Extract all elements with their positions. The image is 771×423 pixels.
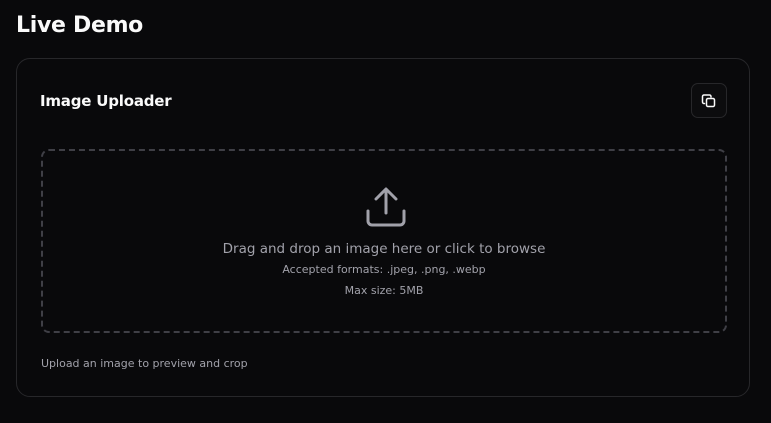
copy-button[interactable] (691, 83, 727, 118)
page-title: Live Demo (16, 13, 144, 38)
accepted-formats-text: Accepted formats: .jpeg, .png, .webp (282, 263, 486, 276)
image-uploader-card: Image Uploader Drag and drop an image he… (16, 58, 750, 397)
dropzone-primary-text: Drag and drop an image here or click to … (222, 241, 546, 257)
card-title: Image Uploader (40, 92, 172, 110)
copy-icon (701, 93, 717, 109)
upload-hint: Upload an image to preview and crop (41, 357, 248, 370)
upload-icon (365, 185, 407, 229)
image-dropzone[interactable]: Drag and drop an image here or click to … (41, 149, 727, 333)
max-size-text: Max size: 5MB (344, 284, 424, 297)
